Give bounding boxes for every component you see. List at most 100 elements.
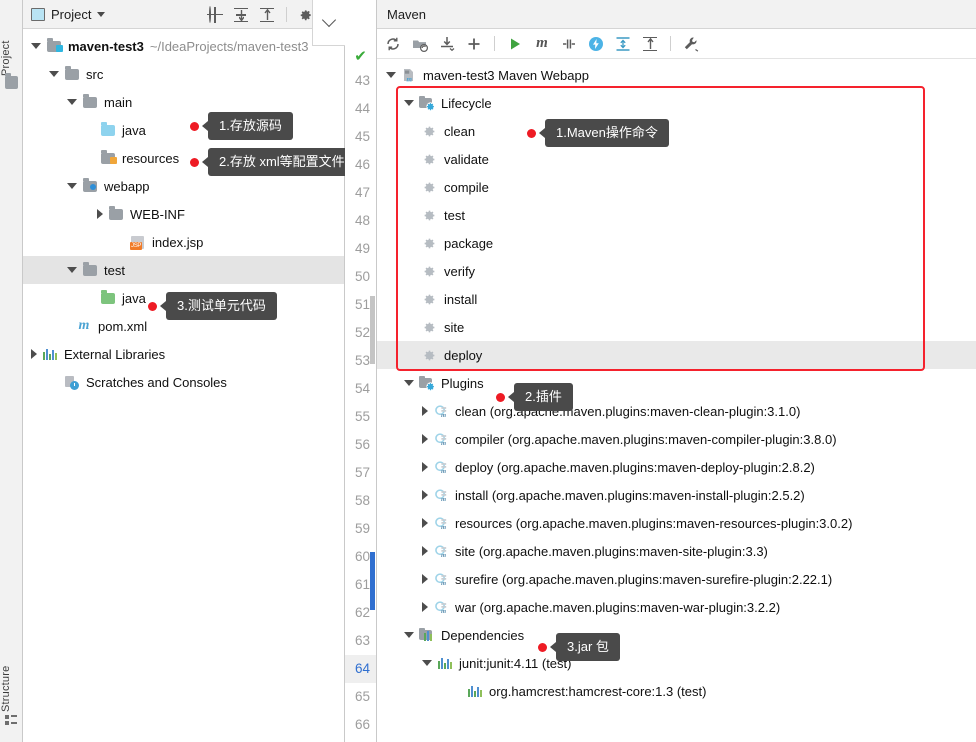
maven-panel-title: Maven bbox=[387, 6, 427, 22]
maven-panel-header: Maven bbox=[377, 0, 976, 29]
svg-text:m: m bbox=[407, 76, 413, 84]
execute-maven-goal-icon[interactable]: m bbox=[534, 35, 550, 52]
expand-all-icon[interactable] bbox=[615, 36, 631, 52]
callout-dot bbox=[538, 642, 547, 652]
goal-gear-icon bbox=[422, 207, 438, 223]
project-panel-title-group[interactable]: Project bbox=[23, 6, 106, 22]
maven-node-root[interactable]: m maven-test3 Maven Webapp bbox=[377, 61, 976, 89]
twisty-expanded-icon[interactable] bbox=[386, 72, 396, 78]
maven-plugin-item[interactable]: m resources (org.apache.maven.plugins:mav… bbox=[377, 509, 976, 537]
folder-icon bbox=[82, 94, 98, 110]
scroll-marker[interactable] bbox=[370, 296, 375, 364]
twisty-expanded-icon[interactable] bbox=[404, 100, 414, 106]
tree-node-external-libraries[interactable]: External Libraries bbox=[23, 340, 344, 368]
locate-icon[interactable] bbox=[207, 5, 223, 23]
project-panel-title: Project bbox=[51, 6, 92, 22]
twisty-collapsed-icon[interactable] bbox=[422, 490, 428, 500]
maven-plugin-list: m clean (org.apache.maven.plugins:maven-c… bbox=[377, 397, 976, 621]
callout-2-xml-config: 2.存放 xml等配置文件 bbox=[190, 148, 356, 176]
tree-node-scratches-and-consoles[interactable]: Scratches and Consoles bbox=[23, 368, 344, 396]
twisty-collapsed-icon[interactable] bbox=[422, 434, 428, 444]
maven-plugin-item[interactable]: m deploy (org.apache.maven.plugins:maven-… bbox=[377, 453, 976, 481]
dependencies-icon bbox=[419, 627, 435, 643]
maven-goal-compile[interactable]: compile bbox=[377, 173, 976, 201]
maven-plugin-item[interactable]: m compiler (org.apache.maven.plugins:mave… bbox=[377, 425, 976, 453]
download-sources-icon[interactable] bbox=[439, 36, 455, 52]
maven-goal-deploy[interactable]: deploy bbox=[377, 341, 976, 369]
twisty-expanded-icon[interactable] bbox=[49, 71, 59, 77]
tree-node-webapp[interactable]: webapp bbox=[23, 172, 344, 200]
maven-goal-install[interactable]: install bbox=[377, 285, 976, 313]
tool-window-button-structure-label: Structure bbox=[0, 665, 12, 712]
tree-node-src[interactable]: src bbox=[23, 60, 344, 88]
collapse-all-icon[interactable] bbox=[259, 7, 275, 23]
maven-goal-test[interactable]: test bbox=[377, 201, 976, 229]
current-line-marker bbox=[370, 552, 375, 610]
callout-text: 3.jar 包 bbox=[550, 633, 620, 661]
twisty-collapsed-icon[interactable] bbox=[422, 574, 428, 584]
chevron-down-icon[interactable] bbox=[97, 11, 106, 17]
twisty-collapsed-icon[interactable] bbox=[422, 602, 428, 612]
svg-text:m: m bbox=[441, 524, 446, 530]
inspection-status-icon[interactable]: ✔ bbox=[345, 45, 376, 67]
twisty-expanded-icon[interactable] bbox=[67, 99, 77, 105]
maven-goal-validate[interactable]: validate bbox=[377, 145, 976, 173]
maven-dependency-item[interactable]: junit:junit:4.11 (test) bbox=[377, 649, 976, 677]
maven-node-lifecycle[interactable]: Lifecycle bbox=[377, 89, 976, 117]
reload-icon[interactable] bbox=[385, 36, 401, 52]
toggle-skip-tests-icon[interactable] bbox=[561, 36, 577, 52]
maven-plugin-item[interactable]: m clean (org.apache.maven.plugins:maven-c… bbox=[377, 397, 976, 425]
line-number: 65 bbox=[354, 689, 370, 704]
tree-node-test[interactable]: test bbox=[23, 256, 344, 284]
maven-plugin-icon: m bbox=[433, 515, 449, 531]
module-folder-icon bbox=[46, 38, 63, 54]
twisty-expanded-icon[interactable] bbox=[404, 380, 414, 386]
twisty-collapsed-icon[interactable] bbox=[422, 546, 428, 556]
maven-module-icon: m bbox=[401, 67, 417, 84]
maven-plugin-item[interactable]: m install (org.apache.maven.plugins:maven… bbox=[377, 481, 976, 509]
test-source-folder-icon bbox=[100, 290, 116, 306]
maven-plugin-label: install (org.apache.maven.plugins:maven-… bbox=[455, 487, 805, 503]
reload-all-projects-icon[interactable] bbox=[412, 36, 429, 52]
twisty-expanded-icon[interactable] bbox=[31, 43, 41, 49]
twisty-collapsed-icon[interactable] bbox=[422, 518, 428, 528]
tool-window-button-structure[interactable]: Structure bbox=[0, 634, 23, 712]
tree-node-main[interactable]: main bbox=[23, 88, 344, 116]
twisty-collapsed-icon[interactable] bbox=[422, 462, 428, 472]
twisty-expanded-icon[interactable] bbox=[404, 632, 414, 638]
goal-gear-icon bbox=[422, 151, 438, 167]
maven-settings-icon[interactable] bbox=[683, 36, 699, 52]
twisty-expanded-icon[interactable] bbox=[422, 660, 432, 666]
maven-dependency-label: org.hamcrest:hamcrest-core:1.3 (test) bbox=[489, 683, 707, 699]
tree-node-index-jsp[interactable]: JSP index.jsp bbox=[23, 228, 344, 256]
tree-node-maven-test3[interactable]: maven-test3 ~/IdeaProjects/maven-test3 bbox=[23, 32, 344, 60]
twisty-expanded-icon[interactable] bbox=[67, 183, 77, 189]
maven-dependency-item[interactable]: org.hamcrest:hamcrest-core:1.3 (test) bbox=[377, 677, 976, 705]
collapse-all-icon[interactable] bbox=[642, 36, 658, 52]
tool-window-button-project[interactable]: Project bbox=[0, 6, 23, 76]
twisty-collapsed-icon[interactable] bbox=[422, 406, 428, 416]
twisty-collapsed-icon[interactable] bbox=[97, 209, 103, 219]
add-maven-project-icon[interactable] bbox=[466, 36, 482, 52]
maven-plugin-item[interactable]: m site (org.apache.maven.plugins:maven-si… bbox=[377, 537, 976, 565]
maven-node-dependencies[interactable]: Dependencies bbox=[377, 621, 976, 649]
tree-node-web-inf[interactable]: WEB-INF bbox=[23, 200, 344, 228]
maven-plugin-item[interactable]: m war (org.apache.maven.plugins:maven-war… bbox=[377, 593, 976, 621]
tree-node-label: maven-test3 bbox=[68, 38, 144, 54]
tree-node-label: WEB-INF bbox=[130, 206, 185, 222]
expand-all-icon[interactable] bbox=[233, 7, 249, 23]
tree-node-main-java[interactable]: java bbox=[23, 116, 344, 144]
twisty-expanded-icon[interactable] bbox=[67, 267, 77, 273]
maven-goal-site[interactable]: site bbox=[377, 313, 976, 341]
toggle-offline-icon[interactable] bbox=[588, 36, 604, 52]
maven-goal-package[interactable]: package bbox=[377, 229, 976, 257]
twisty-collapsed-icon[interactable] bbox=[31, 349, 37, 359]
run-icon[interactable] bbox=[507, 36, 523, 52]
maven-plugin-icon: m bbox=[433, 599, 449, 615]
maven-goal-verify[interactable]: verify bbox=[377, 257, 976, 285]
line-number: 56 bbox=[354, 437, 370, 452]
maven-goal-clean[interactable]: clean bbox=[377, 117, 976, 145]
goal-gear-icon bbox=[422, 291, 438, 307]
maven-node-plugins[interactable]: Plugins bbox=[377, 369, 976, 397]
maven-plugin-item[interactable]: m surefire (org.apache.maven.plugins:mave… bbox=[377, 565, 976, 593]
